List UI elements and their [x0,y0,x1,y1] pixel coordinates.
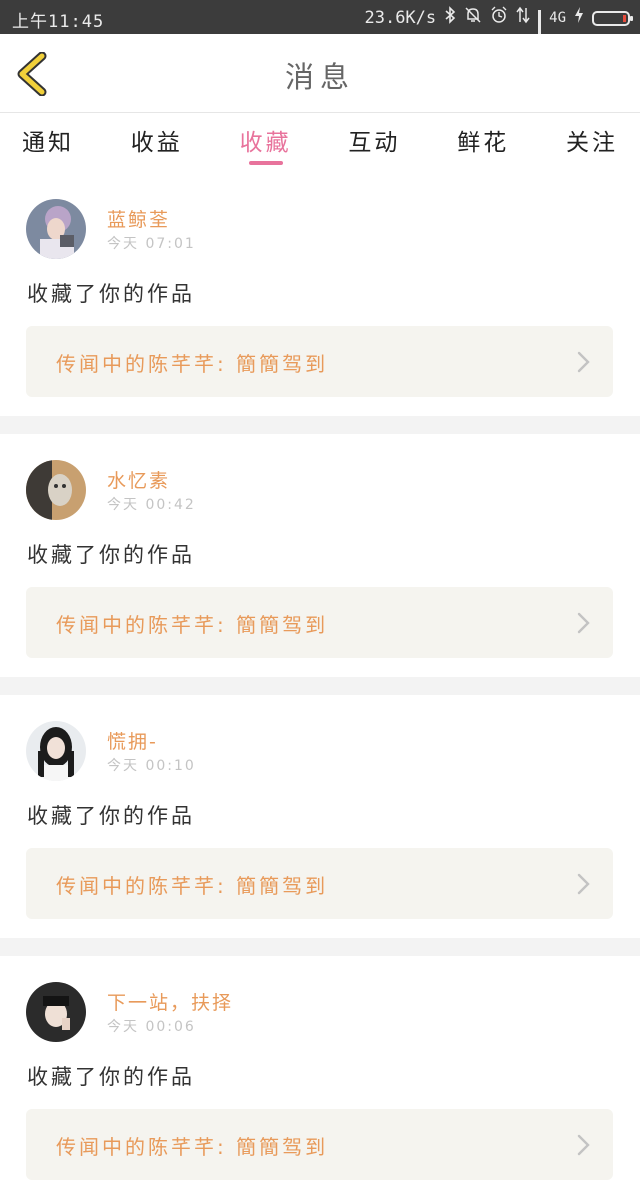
signal-icon [538,10,542,60]
status-time: 上午11:45 [12,12,105,32]
tab-earnings[interactable]: 收益 [131,113,183,167]
timestamp: 今天 00:10 [107,758,196,774]
action-text: 收藏了你的作品 [27,543,195,567]
divider [0,938,640,956]
status-icons: 23.6K/s 4G [364,6,633,60]
list-item: 慌拥- 今天 00:10 收藏了你的作品 传闻中的陈芊芊: 簡簡驾到 [0,695,640,938]
chevron-right-icon [577,351,590,373]
tab-follows[interactable]: 关注 [566,113,618,167]
work-link[interactable]: 传闻中的陈芊芊: 簡簡驾到 [26,1109,613,1180]
list-item: 蓝鲸荃 今天 07:01 收藏了你的作品 传闻中的陈芊芊: 簡簡驾到 [0,173,640,416]
action-text: 收藏了你的作品 [27,282,195,306]
avatar[interactable] [26,460,86,520]
avatar[interactable] [26,721,86,781]
work-title: 传闻中的陈芊芊: 簡簡驾到 [56,352,329,376]
status-bar: 上午11:45 23.6K/s 4G [0,0,640,60]
work-link[interactable]: 传闻中的陈芊芊: 簡簡驾到 [26,848,613,919]
active-tab-indicator [248,161,283,165]
avatar[interactable] [26,199,86,259]
list-item: 下一站，扶择 今天 00:06 收藏了你的作品 传闻中的陈芊芊: 簡簡驾到 [0,956,640,1199]
work-title: 传闻中的陈芊芊: 簡簡驾到 [56,613,329,637]
battery-icon [592,10,633,26]
username[interactable]: 下一站，扶择 [107,988,233,1015]
network-speed: 23.6K/s [364,8,437,28]
avatar[interactable] [26,982,86,1042]
tab-favorites[interactable]: 收藏 [240,113,292,167]
network-type: 4G [549,10,566,26]
page-title: 消息 [284,60,355,94]
chevron-right-icon [577,873,590,895]
username[interactable]: 慌拥- [107,727,158,754]
chevron-right-icon [577,612,590,634]
mute-bell-icon [464,6,482,30]
username[interactable]: 蓝鲸荃 [107,205,170,232]
timestamp: 今天 07:01 [107,236,196,252]
charging-icon [574,6,584,30]
data-arrows-icon [516,6,530,30]
timestamp: 今天 00:42 [107,497,196,513]
tab-flowers[interactable]: 鲜花 [457,113,509,167]
tab-bar: 通知 收益 收藏 互动 鲜花 关注 [0,113,640,167]
action-text: 收藏了你的作品 [27,1065,195,1089]
username[interactable]: 水忆素 [107,466,170,493]
work-link[interactable]: 传闻中的陈芊芊: 簡簡驾到 [26,587,613,658]
work-link[interactable]: 传闻中的陈芊芊: 簡簡驾到 [26,326,613,397]
timestamp: 今天 00:06 [107,1019,196,1035]
bluetooth-icon [444,6,456,30]
divider [0,677,640,695]
chevron-right-icon [577,1134,590,1156]
list-item: 水忆素 今天 00:42 收藏了你的作品 传闻中的陈芊芊: 簡簡驾到 [0,434,640,677]
action-text: 收藏了你的作品 [27,804,195,828]
work-title: 传闻中的陈芊芊: 簡簡驾到 [56,1135,329,1159]
header: 消息 [0,34,640,113]
tab-interactions[interactable]: 互动 [348,113,400,167]
tab-notifications[interactable]: 通知 [22,113,74,167]
alarm-icon [490,6,508,30]
divider [0,416,640,434]
work-title: 传闻中的陈芊芊: 簡簡驾到 [56,874,329,898]
message-list: 蓝鲸荃 今天 07:01 收藏了你的作品 传闻中的陈芊芊: 簡簡驾到 水忆素 今… [0,173,640,1199]
